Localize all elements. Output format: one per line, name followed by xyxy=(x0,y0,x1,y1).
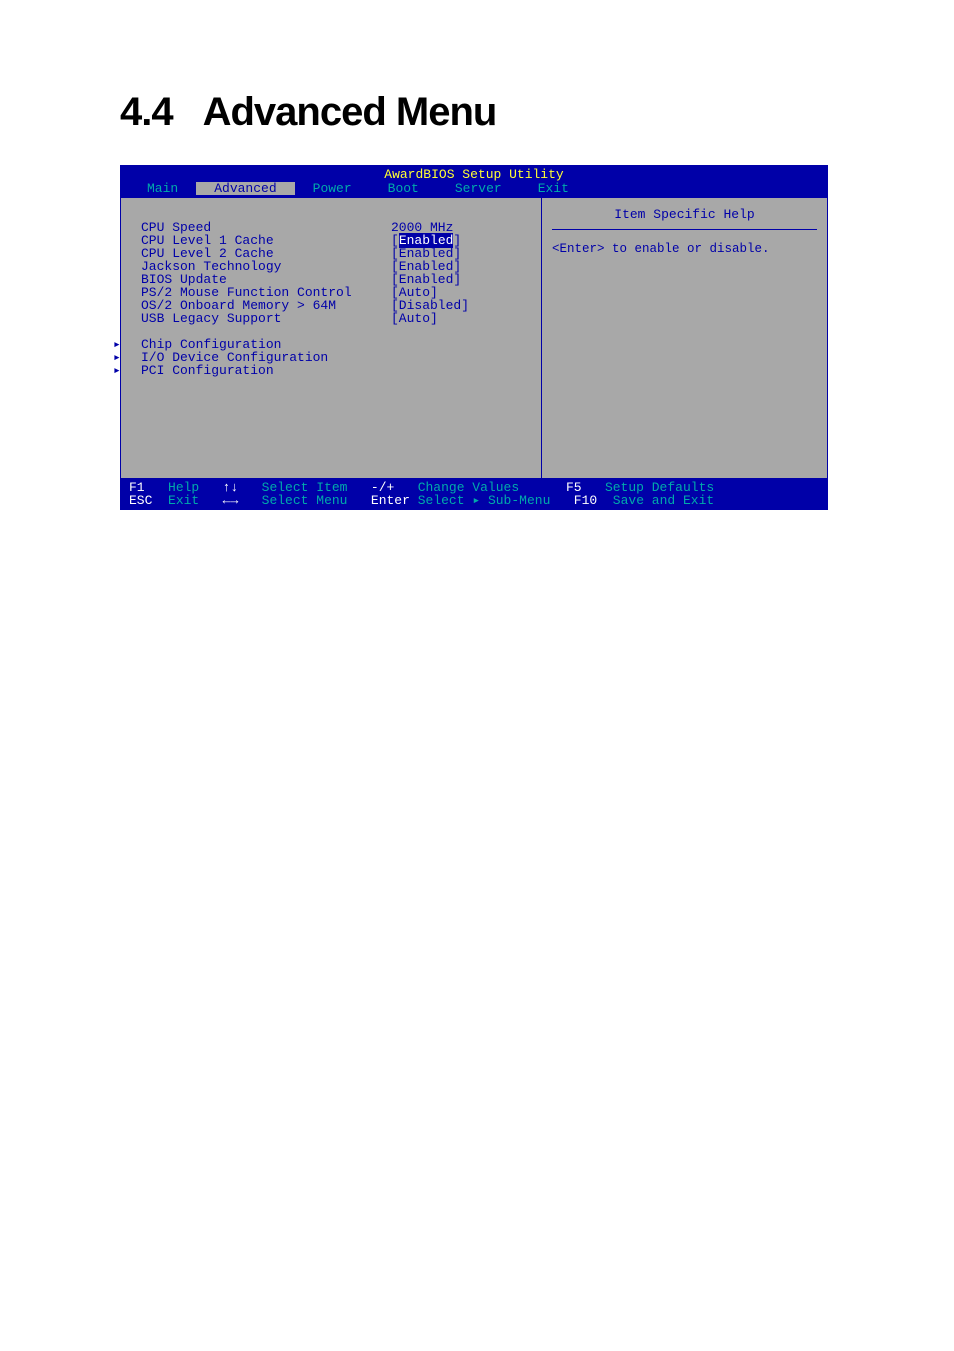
bios-menubar: Main Advanced Power Boot Server Exit xyxy=(121,182,827,198)
help-text: <Enter> to enable or disable. xyxy=(552,242,817,256)
bios-title: AwardBIOS Setup Utility xyxy=(121,166,827,182)
tab-main[interactable]: Main xyxy=(129,182,196,195)
tab-boot[interactable]: Boot xyxy=(370,182,437,195)
footer-action: Select ▸ Sub-Menu xyxy=(418,494,551,507)
bios-screenshot: AwardBIOS Setup Utility Main Advanced Po… xyxy=(120,165,828,510)
setting-value: [Auto] xyxy=(391,312,511,325)
tab-power[interactable]: Power xyxy=(295,182,370,195)
setting-label: USB Legacy Support xyxy=(127,312,391,325)
footer-key: Enter xyxy=(371,494,410,507)
submenu-label: PCI Configuration xyxy=(127,363,274,378)
tab-advanced[interactable]: Advanced xyxy=(196,182,294,195)
footer-key: ESC xyxy=(129,494,152,507)
help-title: Item Specific Help xyxy=(552,198,817,230)
settings-pane: CPU Speed 2000 MHz CPU Level 1 Cache [En… xyxy=(121,198,541,478)
footer-key: F10 xyxy=(574,494,597,507)
tab-exit[interactable]: Exit xyxy=(520,182,587,195)
section-title: Advanced Menu xyxy=(203,90,497,134)
bios-footer: F1 Help ↑↓ Select Item -/+ Change Values… xyxy=(121,478,827,509)
footer-key: ←→ xyxy=(223,494,239,507)
section-heading: 4.4 Advanced Menu xyxy=(120,90,834,135)
section-number: 4.4 xyxy=(120,90,173,134)
footer-action: Exit xyxy=(168,494,199,507)
help-pane: Item Specific Help <Enter> to enable or … xyxy=(541,198,827,478)
submenu-row[interactable]: ▸ PCI Configuration xyxy=(127,364,535,377)
footer-action: Save and Exit xyxy=(613,494,714,507)
tab-server[interactable]: Server xyxy=(437,182,520,195)
submenu-arrow-icon: ▸ xyxy=(113,364,121,377)
footer-action: Select Menu xyxy=(262,494,348,507)
setting-row[interactable]: USB Legacy Support [Auto] xyxy=(127,312,535,325)
